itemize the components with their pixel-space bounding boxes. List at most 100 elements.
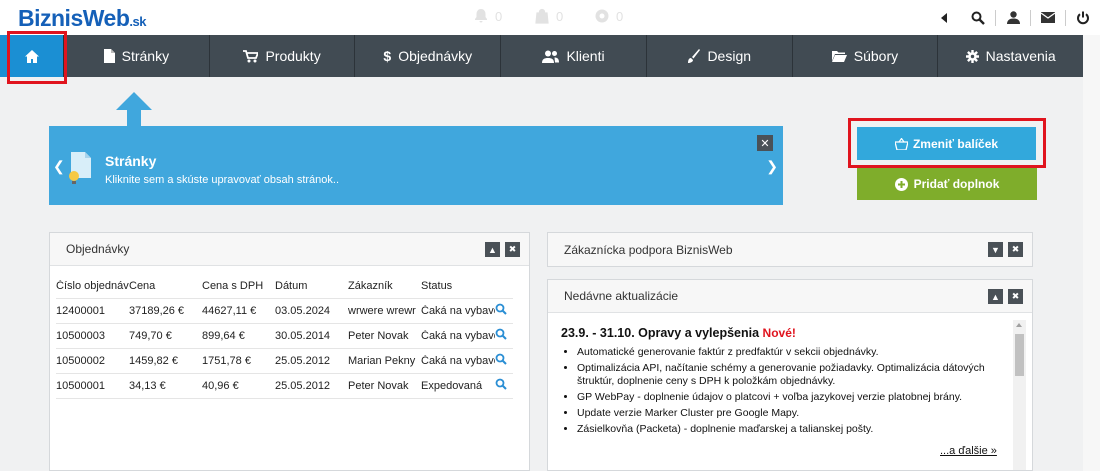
updates-heading: 23.9. - 31.10. Opravy a vylepšenia Nové! xyxy=(561,326,1011,340)
nav-item-produkty[interactable]: Produkty xyxy=(208,35,355,77)
panel-title: Nedávne aktualizácie xyxy=(564,289,679,303)
support-panel: Zákaznícka podpora BiznisWeb ▼ ✖ xyxy=(547,232,1033,267)
list-item: GP WebPay - doplnenie údajov o platcovi … xyxy=(577,391,1011,404)
nav-label: Produkty xyxy=(265,48,321,64)
order-status: Čaká na vybavenie xyxy=(421,329,495,342)
nav-label: Design xyxy=(707,48,752,64)
table-row[interactable]: 10500003 749,70 € 899,64 € 30.05.2014 Pe… xyxy=(56,323,513,349)
panel-header: Objednávky ▲ ✖ xyxy=(50,233,529,266)
nav-label: Klienti xyxy=(566,48,605,64)
close-button[interactable]: ✖ xyxy=(1008,289,1023,304)
user-icon xyxy=(1006,11,1020,24)
search-icon[interactable] xyxy=(495,353,507,365)
notification-bell[interactable]: 0 xyxy=(473,8,502,24)
collapse-button[interactable]: ▲ xyxy=(485,242,500,257)
nav-item-klienti[interactable]: Klienti xyxy=(500,35,646,77)
search-icon[interactable] xyxy=(495,303,507,315)
nav-label: Súbory xyxy=(853,48,899,64)
table-row[interactable]: 10500002 1459,82 € 1751,78 € 25.05.2012 … xyxy=(56,348,513,374)
orders-table: Číslo objednávky Cena Cena s DPH Dátum Z… xyxy=(56,274,513,399)
notification-count: 0 xyxy=(616,8,624,24)
order-customer: Peter Novak xyxy=(348,329,409,342)
main-nav: Stránky Produkty $ Objednávky Klienti De… xyxy=(0,35,1083,77)
updates-panel: Nedávne aktualizácie ▲ ✖ 23.9. - 31.10. … xyxy=(547,279,1033,471)
user-button[interactable] xyxy=(996,0,1030,35)
order-price: 1459,82 € xyxy=(129,354,178,367)
logo-text: BiznisWeb xyxy=(18,5,130,31)
page-hint-icon xyxy=(69,152,91,184)
pointer-arrow-icon xyxy=(116,92,152,128)
scroll-up-icon[interactable] xyxy=(1016,323,1022,327)
search-button[interactable] xyxy=(961,0,995,35)
nav-item-nastavenia[interactable]: Nastavenia xyxy=(937,35,1083,77)
collapse-button[interactable] xyxy=(927,0,961,35)
more-link[interactable]: ...a ďalšie » xyxy=(940,445,997,457)
users-icon xyxy=(542,50,560,63)
scroll-thumb[interactable] xyxy=(1015,334,1024,376)
banner-prev-icon[interactable]: ❮ xyxy=(53,158,65,175)
column-header[interactable]: Cena s DPH xyxy=(202,280,275,292)
notification-settings[interactable]: 0 xyxy=(594,8,623,24)
button-label: Pridať doplnok xyxy=(913,177,1000,191)
search-icon[interactable] xyxy=(495,378,507,390)
notification-count: 0 xyxy=(556,8,564,24)
order-date: 25.05.2012 xyxy=(275,354,331,367)
column-header[interactable]: Cena xyxy=(129,280,202,292)
plus-circle-icon xyxy=(894,177,908,191)
collapse-button[interactable]: ▲ xyxy=(988,289,1003,304)
close-button[interactable]: ✖ xyxy=(1008,242,1023,257)
banner-next-icon[interactable]: ❯ xyxy=(766,158,778,175)
order-price-vat: 44627,11 € xyxy=(202,304,257,317)
panel-header: Nedávne aktualizácie ▲ ✖ xyxy=(548,280,1032,313)
expand-button[interactable]: ▼ xyxy=(988,242,1003,257)
column-header[interactable]: Dátum xyxy=(275,280,348,292)
notification-count: 0 xyxy=(495,8,503,24)
order-number: 10500002 xyxy=(56,354,105,367)
updates-list: Automatické generovanie faktúr z predfak… xyxy=(561,346,1011,436)
updates-scrollbar[interactable] xyxy=(1013,320,1026,470)
order-customer: wrwere wrewr xyxy=(348,304,416,317)
folder-icon xyxy=(831,51,847,62)
add-addon-button[interactable]: Pridať doplnok xyxy=(857,168,1037,200)
panel-header: Zákaznícka podpora BiznisWeb ▼ ✖ xyxy=(548,233,1032,266)
search-icon[interactable] xyxy=(495,328,507,340)
order-number: 12400001 xyxy=(56,304,105,317)
nav-item-stranky[interactable]: Stránky xyxy=(63,35,209,77)
column-header[interactable]: Číslo objednávky xyxy=(56,280,129,292)
order-number: 10500001 xyxy=(56,379,105,392)
nav-item-objednavky[interactable]: $ Objednávky xyxy=(354,35,500,77)
column-header[interactable]: Status xyxy=(421,280,495,292)
nav-label: Stránky xyxy=(121,48,170,64)
mail-icon xyxy=(1041,12,1055,23)
list-item: Optimalizácia API, načítanie schémy a ge… xyxy=(577,362,1011,388)
updates-content: 23.9. - 31.10. Opravy a vylepšenia Nové!… xyxy=(561,326,1011,439)
column-header[interactable]: Zákazník xyxy=(348,280,421,292)
logo[interactable]: BiznisWeb.sk xyxy=(18,5,146,32)
order-date: 25.05.2012 xyxy=(275,379,331,392)
settings-badge-icon xyxy=(595,9,609,23)
updates-heading-text: 23.9. - 31.10. Opravy a vylepšenia xyxy=(561,326,760,340)
order-date: 30.05.2014 xyxy=(275,329,331,342)
banner-subtitle: Kliknite sem a skúste upravovať obsah st… xyxy=(105,174,340,186)
page-scrollbar[interactable] xyxy=(1083,35,1100,471)
gear-icon xyxy=(965,49,979,63)
tour-banner[interactable]: ❮ Stránky Kliknite sem a skúste upravova… xyxy=(49,126,783,205)
logo-tld: .sk xyxy=(129,14,146,29)
banner-close-button[interactable]: ✕ xyxy=(757,135,773,151)
mail-button[interactable] xyxy=(1031,0,1065,35)
power-icon xyxy=(1077,11,1089,24)
order-price: 34,13 € xyxy=(129,379,166,392)
search-icon xyxy=(971,11,985,25)
close-button[interactable]: ✖ xyxy=(505,242,520,257)
table-row[interactable]: 12400001 37189,26 € 44627,11 € 03.05.202… xyxy=(56,298,513,324)
new-badge: Nové! xyxy=(762,326,796,340)
order-date: 03.05.2024 xyxy=(275,304,331,317)
table-row[interactable]: 10500001 34,13 € 40,96 € 25.05.2012 Pete… xyxy=(56,373,513,399)
logout-button[interactable] xyxy=(1066,0,1100,35)
top-bar: BiznisWeb.sk 0 0 0 xyxy=(0,0,1100,35)
dollar-icon: $ xyxy=(383,48,392,64)
nav-item-design[interactable]: Design xyxy=(645,35,792,77)
notification-bag[interactable]: 0 xyxy=(534,8,563,24)
table-header-row: Číslo objednávky Cena Cena s DPH Dátum Z… xyxy=(56,274,513,299)
nav-item-subory[interactable]: Súbory xyxy=(791,35,938,77)
